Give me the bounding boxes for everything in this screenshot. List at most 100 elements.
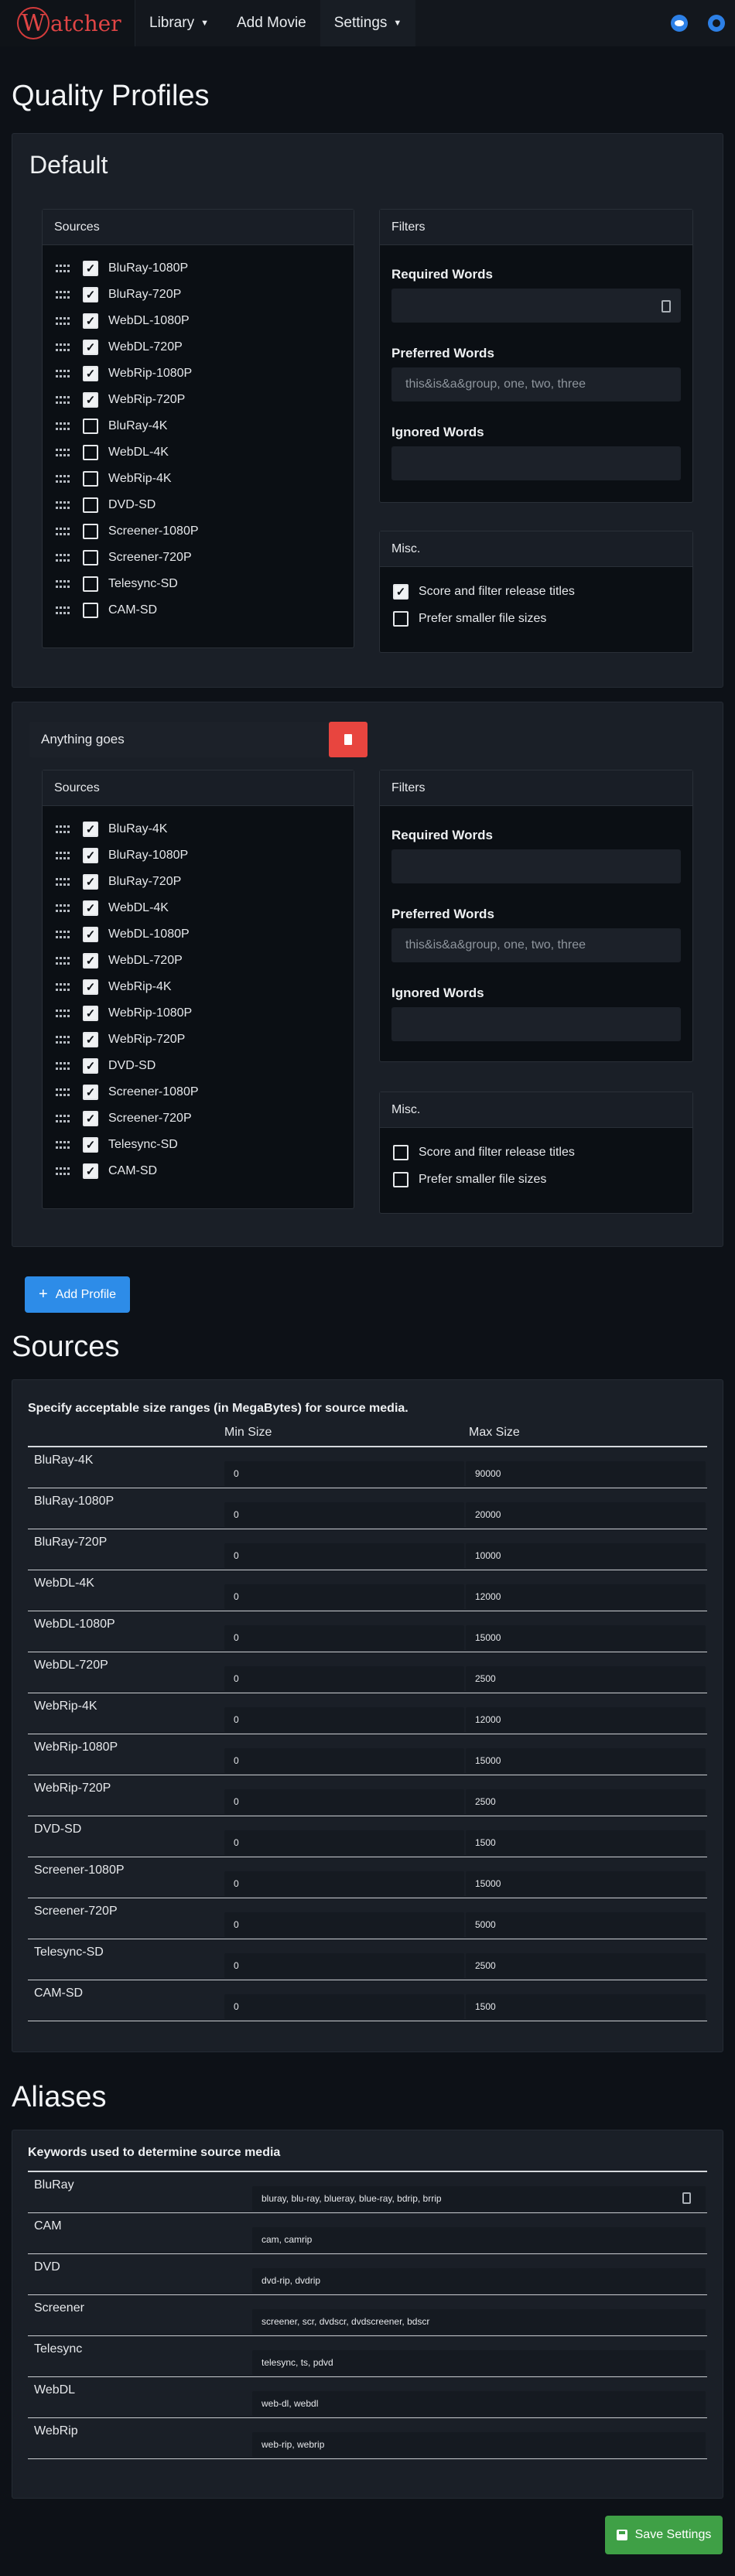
clipboard-icon[interactable]	[662, 300, 671, 313]
min-size-input[interactable]: 0	[224, 1543, 464, 1568]
checkbox-unchecked[interactable]	[393, 1144, 409, 1160]
max-size-input[interactable]: 15000	[466, 1748, 706, 1773]
drag-handle-icon[interactable]	[56, 1062, 71, 1070]
required-words-input[interactable]	[391, 849, 681, 883]
misc-option[interactable]: Score and filter release titles	[380, 1139, 692, 1166]
required-words-input[interactable]	[391, 289, 681, 323]
source-item[interactable]: BluRay-4K	[43, 413, 354, 439]
alias-keywords-input[interactable]: web-rip, webrip	[252, 2432, 706, 2457]
checkbox-checked[interactable]: ✓	[83, 822, 98, 837]
max-size-input[interactable]: 1500	[466, 1994, 706, 2019]
source-item[interactable]: Screener-720P	[43, 545, 354, 571]
checkbox-checked[interactable]: ✓	[83, 1111, 98, 1126]
drag-handle-icon[interactable]	[56, 852, 71, 859]
checkbox-unchecked[interactable]	[83, 419, 98, 434]
checkbox-unchecked[interactable]	[393, 1171, 409, 1187]
drag-handle-icon[interactable]	[56, 291, 71, 299]
drag-handle-icon[interactable]	[56, 606, 71, 614]
max-size-input[interactable]: 10000	[466, 1543, 706, 1568]
drag-handle-icon[interactable]	[56, 1088, 71, 1096]
source-item[interactable]: ✓ BluRay-720P	[43, 869, 354, 895]
source-item[interactable]: ✓ WebRip-1080P	[43, 1000, 354, 1027]
source-item[interactable]: ✓ CAM-SD	[43, 1158, 354, 1184]
drag-handle-icon[interactable]	[56, 554, 71, 562]
drag-handle-icon[interactable]	[56, 1167, 71, 1175]
preferred-words-input[interactable]: this&is&a&group, one, two, three	[391, 367, 681, 401]
drag-handle-icon[interactable]	[56, 1010, 71, 1017]
drag-handle-icon[interactable]	[56, 1141, 71, 1149]
drag-handle-icon[interactable]	[56, 1036, 71, 1044]
checkbox-checked[interactable]: ✓	[83, 1006, 98, 1021]
drag-handle-icon[interactable]	[56, 878, 71, 886]
max-size-input[interactable]: 2500	[466, 1953, 706, 1978]
source-item[interactable]: ✓ WebDL-1080P	[43, 921, 354, 948]
max-size-input[interactable]: 20000	[466, 1502, 706, 1527]
min-size-input[interactable]: 0	[224, 1625, 464, 1650]
alias-keywords-input[interactable]: screener, scr, dvdscr, dvdscreener, bdsc…	[252, 2309, 706, 2334]
source-item[interactable]: ✓ WebRip-720P	[43, 387, 354, 413]
clipboard-icon[interactable]	[682, 2192, 691, 2204]
ignored-words-input[interactable]	[391, 446, 681, 480]
drag-handle-icon[interactable]	[56, 904, 71, 912]
max-size-input[interactable]: 1500	[466, 1830, 706, 1855]
source-item[interactable]: ✓ WebRip-1080P	[43, 360, 354, 387]
source-item[interactable]: ✓ Screener-1080P	[43, 1079, 354, 1105]
min-size-input[interactable]: 0	[224, 1584, 464, 1609]
source-item[interactable]: ✓ Telesync-SD	[43, 1132, 354, 1158]
source-item[interactable]: Screener-1080P	[43, 518, 354, 545]
source-item[interactable]: ✓ WebRip-720P	[43, 1027, 354, 1053]
add-profile-button[interactable]: + Add Profile	[25, 1276, 130, 1313]
drag-handle-icon[interactable]	[56, 501, 71, 509]
drag-handle-icon[interactable]	[56, 580, 71, 588]
checkbox-checked[interactable]: ✓	[83, 313, 98, 329]
source-item[interactable]: ✓ DVD-SD	[43, 1053, 354, 1079]
checkbox-checked[interactable]: ✓	[83, 1032, 98, 1047]
source-item[interactable]: ✓ BluRay-1080P	[43, 842, 354, 869]
drag-handle-icon[interactable]	[56, 317, 71, 325]
checkbox-checked[interactable]: ✓	[83, 340, 98, 355]
checkbox-checked[interactable]: ✓	[83, 1085, 98, 1100]
checkbox-checked[interactable]: ✓	[83, 848, 98, 863]
drag-handle-icon[interactable]	[56, 825, 71, 833]
max-size-input[interactable]: 2500	[466, 1666, 706, 1691]
github-link[interactable]	[698, 0, 735, 46]
alias-keywords-input[interactable]: telesync, ts, pdvd	[252, 2350, 706, 2375]
nav-settings[interactable]: Settings ▼	[320, 0, 416, 46]
save-settings-button[interactable]: Save Settings	[605, 2516, 723, 2554]
checkbox-checked[interactable]: ✓	[83, 366, 98, 381]
min-size-input[interactable]: 0	[224, 1666, 464, 1691]
preferred-words-input[interactable]: this&is&a&group, one, two, three	[391, 928, 681, 962]
source-item[interactable]: ✓ Screener-720P	[43, 1105, 354, 1132]
checkbox-unchecked[interactable]	[83, 497, 98, 513]
nav-add-movie[interactable]: Add Movie	[223, 0, 320, 46]
max-size-input[interactable]: 5000	[466, 1912, 706, 1937]
checkbox-unchecked[interactable]	[83, 471, 98, 487]
checkbox-checked[interactable]: ✓	[83, 979, 98, 995]
min-size-input[interactable]: 0	[224, 1707, 464, 1732]
checkbox-unchecked[interactable]	[83, 524, 98, 539]
reddit-link[interactable]	[661, 0, 698, 46]
min-size-input[interactable]: 0	[224, 1748, 464, 1773]
profile-name-input[interactable]: Anything goes	[29, 722, 331, 757]
max-size-input[interactable]: 90000	[466, 1461, 706, 1486]
source-item[interactable]: ✓ WebDL-720P	[43, 334, 354, 360]
source-item[interactable]: ✓ WebRip-4K	[43, 974, 354, 1000]
checkbox-checked[interactable]: ✓	[83, 874, 98, 890]
checkbox-checked[interactable]: ✓	[83, 1163, 98, 1179]
max-size-input[interactable]: 12000	[466, 1584, 706, 1609]
source-item[interactable]: ✓ WebDL-720P	[43, 948, 354, 974]
max-size-input[interactable]: 15000	[466, 1625, 706, 1650]
drag-handle-icon[interactable]	[56, 370, 71, 378]
source-item[interactable]: Telesync-SD	[43, 571, 354, 597]
alias-keywords-input[interactable]: cam, camrip	[252, 2227, 706, 2252]
checkbox-checked[interactable]: ✓	[83, 900, 98, 916]
checkbox-checked[interactable]: ✓	[83, 927, 98, 942]
max-size-input[interactable]: 2500	[466, 1789, 706, 1814]
brand[interactable]: Watcher	[0, 0, 135, 46]
delete-profile-button[interactable]	[329, 722, 368, 757]
drag-handle-icon[interactable]	[56, 957, 71, 965]
ignored-words-input[interactable]	[391, 1007, 681, 1041]
nav-library[interactable]: Library ▼	[135, 0, 223, 46]
drag-handle-icon[interactable]	[56, 1115, 71, 1122]
source-item[interactable]: ✓ BluRay-1080P	[43, 255, 354, 282]
